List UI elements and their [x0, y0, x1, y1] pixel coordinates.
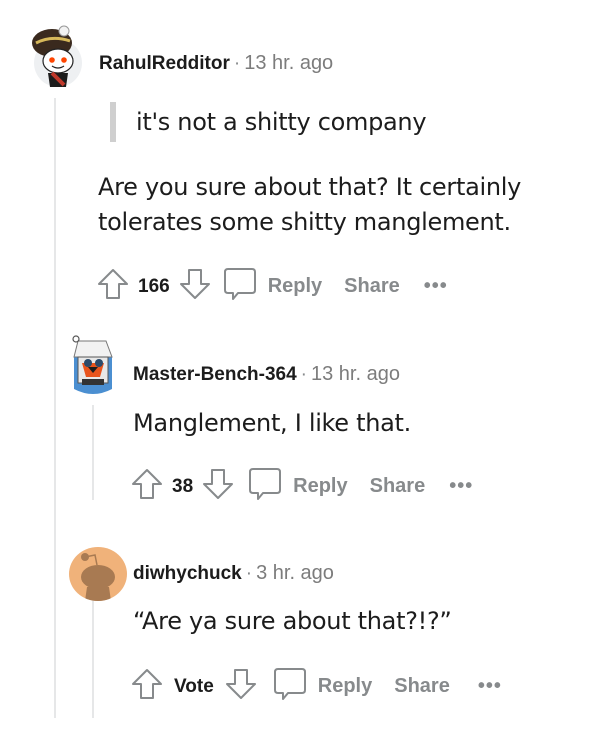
upvote-icon[interactable] [130, 667, 164, 706]
snoo-avatar-icon [32, 25, 82, 87]
comment-body-text: Manglement, I like that. [133, 409, 411, 437]
comment-body-text: “Are ya sure about that?!?” [133, 607, 452, 635]
vote-score: 166 [138, 275, 170, 297]
comment-actions: 38 Reply Share ••• [130, 466, 473, 507]
downvote-icon[interactable] [224, 667, 258, 706]
author-name[interactable]: RahulRedditor [99, 53, 230, 75]
vote-score: 38 [172, 475, 194, 497]
thread-line-level-2b[interactable] [92, 598, 94, 718]
more-options-button[interactable]: ••• [424, 275, 448, 298]
upvote-icon[interactable] [130, 467, 164, 506]
separator: · [245, 562, 253, 584]
thread-line-level-1[interactable] [54, 98, 56, 718]
reply-bubble-icon[interactable] [222, 266, 258, 307]
reply-button[interactable]: Reply [318, 675, 372, 698]
share-button[interactable]: Share [344, 275, 400, 298]
more-options-button[interactable]: ••• [449, 475, 473, 498]
reply-button[interactable]: Reply [268, 275, 322, 298]
share-button[interactable]: Share [394, 675, 450, 698]
separator: · [233, 52, 241, 74]
share-button[interactable]: Share [370, 475, 426, 498]
comment-header: RahulRedditor · 13 hr. ago [99, 52, 333, 75]
quote-text: it's not a shitty company [136, 108, 427, 136]
comment-body-line: Are you sure about that? It certainly [98, 173, 522, 201]
thread-line-level-2[interactable] [92, 405, 94, 500]
timestamp[interactable]: 3 hr. ago [256, 562, 334, 585]
comment-body: Manglement, I like that. [133, 406, 411, 441]
avatar[interactable] [69, 547, 127, 601]
comment-actions: Vote Reply Share ••• [130, 666, 502, 707]
comment-actions: 166 Reply Share ••• [96, 266, 448, 307]
more-options-button[interactable]: ••• [478, 675, 502, 698]
comment-body-line: tolerates some shitty manglement. [98, 208, 511, 236]
avatar[interactable] [30, 25, 84, 89]
comment-body: Are you sure about that? It certainly to… [98, 170, 521, 240]
author-name[interactable]: Master-Bench-364 [133, 364, 297, 386]
downvote-icon[interactable] [201, 467, 235, 506]
robot-avatar-icon [72, 335, 113, 394]
timestamp[interactable]: 13 hr. ago [311, 363, 400, 386]
separator: · [300, 363, 307, 385]
downvote-icon[interactable] [178, 267, 212, 306]
avatar[interactable] [68, 333, 118, 397]
reply-button[interactable]: Reply [293, 475, 347, 498]
reply-bubble-icon[interactable] [247, 466, 283, 507]
comment-header: Master-Bench-364 · 13 hr. ago [133, 363, 400, 386]
vote-label: Vote [174, 675, 214, 697]
timestamp[interactable]: 13 hr. ago [244, 52, 333, 75]
quote-block: it's not a shitty company [110, 102, 427, 142]
default-snoo-avatar-icon [81, 553, 115, 601]
upvote-icon[interactable] [96, 267, 130, 306]
author-name[interactable]: diwhychuck [133, 563, 242, 585]
reply-bubble-icon[interactable] [272, 666, 308, 707]
comment-body: “Are ya sure about that?!?” [133, 604, 452, 639]
comment-header: diwhychuck · 3 hr. ago [133, 562, 334, 585]
